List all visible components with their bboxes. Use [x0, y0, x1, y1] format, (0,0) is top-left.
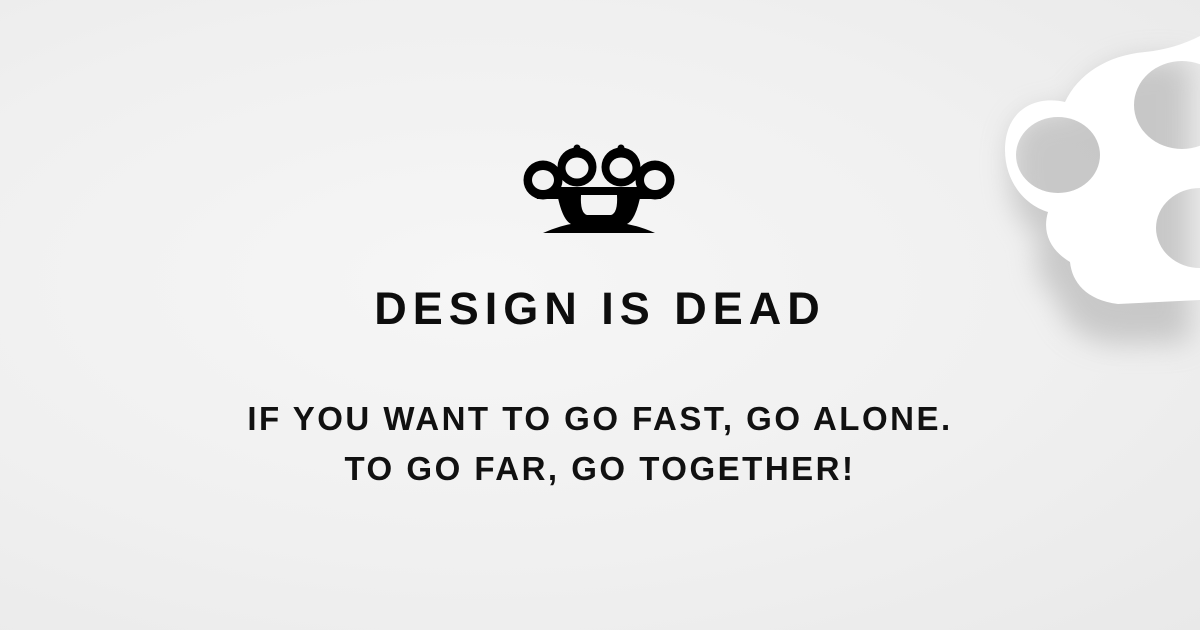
brass-knuckles-logo-icon — [523, 144, 675, 233]
quote-line-2: TO GO FAR, GO TOGETHER! — [344, 450, 856, 487]
quote-line-1: IF YOU WANT TO GO FAST, GO ALONE. — [247, 400, 953, 437]
page-title: DESIGN IS DEAD — [374, 283, 826, 334]
